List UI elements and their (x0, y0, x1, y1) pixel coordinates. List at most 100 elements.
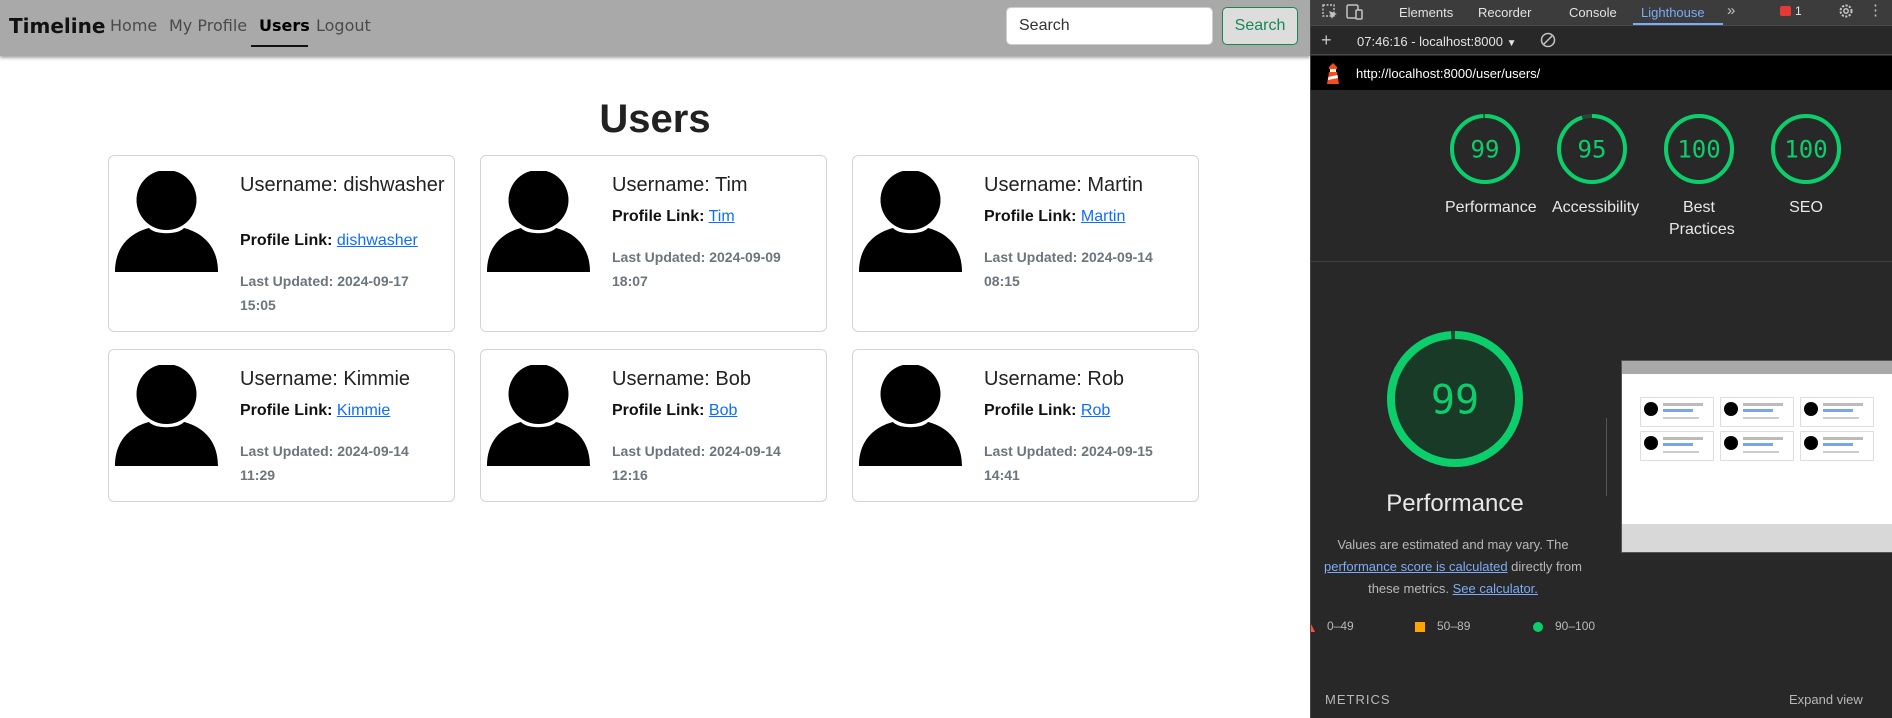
username-text: Username: Martin (984, 174, 1143, 196)
avatar (859, 364, 962, 466)
profile-link-label: Profile Link: (240, 232, 333, 249)
username-text: Username: dishwasher (240, 174, 445, 196)
inspect-element-icon[interactable] (1321, 3, 1339, 25)
expand-view-link[interactable]: Expand view (1789, 692, 1863, 707)
nav-users-link[interactable]: Users (259, 16, 310, 35)
user-card: Username: Rob Profile Link: Rob Last Updat… (852, 349, 1199, 502)
score-calculated-link[interactable]: performance score is calculated (1324, 559, 1508, 574)
dropdown-caret-icon: ▼ (1506, 38, 1517, 49)
user-card: Username: Kimmie Profile Link: Kimmie Last… (108, 349, 455, 502)
triangle-icon (1311, 623, 1315, 632)
last-updated-date: Last Updated: 2024-09-14 (984, 249, 1153, 265)
score-gauge-accessibility[interactable]: 95 Accessibility (1552, 112, 1639, 219)
devtools-panel: Elements Recorder Console Lighthouse » 1… (1310, 0, 1892, 718)
navbar: Timeline Home My Profile Users Logout Se… (0, 0, 1310, 56)
profile-link-row: Profile Link: Bob (612, 402, 737, 420)
thumbnail-card (1800, 397, 1874, 427)
nav-my-profile-link[interactable]: My Profile (169, 16, 247, 35)
profile-link-label: Profile Link: (984, 402, 1077, 419)
more-options-icon[interactable]: ⋮ (1868, 1, 1883, 19)
report-url-bar: http://localhost:8000/user/users/ ⋮ (1311, 56, 1892, 90)
search-button[interactable]: Search (1222, 7, 1298, 45)
report-selector[interactable]: 07:46:16 - localhost:8000 ▼ (1357, 34, 1517, 49)
profile-link[interactable]: Martin (1081, 208, 1125, 225)
last-updated: Last Updated: 2024-09-17 15:05 (240, 269, 445, 317)
performance-desc-prefix: Values are estimated and may vary. The (1337, 537, 1569, 552)
plus-icon[interactable]: + (1321, 30, 1332, 51)
profile-link-row: Profile Link: dishwasher (240, 232, 418, 250)
performance-description: Values are estimated and may vary. The p… (1311, 534, 1599, 600)
report-url: http://localhost:8000/user/users/ (1356, 66, 1541, 81)
last-updated-time: 08:15 (984, 273, 1020, 289)
avatar (487, 170, 590, 272)
profile-link[interactable]: Tim (709, 208, 735, 225)
gauge-ring: 95 (1557, 114, 1627, 184)
legend-fail-swatch (1311, 623, 1315, 632)
clear-icon[interactable] (1539, 31, 1557, 53)
legend-average: 50–89 (1415, 619, 1470, 633)
score-gauge-best-practices[interactable]: 100 Best Practices (1659, 112, 1739, 241)
profile-link-row: Profile Link: Rob (984, 402, 1110, 420)
thumbnail-card (1720, 431, 1794, 461)
website-viewport: Timeline Home My Profile Users Logout Se… (0, 0, 1310, 718)
last-updated-date: Last Updated: 2024-09-14 (612, 443, 781, 459)
user-card: Username: dishwasher Profile Link: dishwa… (108, 155, 455, 332)
gauge-value: 99 (1471, 136, 1500, 164)
legend-pass-label: 90–100 (1555, 619, 1596, 633)
report-menu-icon[interactable]: ⋮ (1887, 64, 1892, 81)
page-screenshot-thumbnail[interactable] (1621, 360, 1892, 553)
last-updated-time: 14:41 (984, 467, 1020, 483)
see-calculator-link[interactable]: See calculator. (1453, 581, 1538, 596)
error-count: 1 (1795, 4, 1802, 18)
last-updated-time: 15:05 (240, 297, 276, 313)
profile-link[interactable]: dishwasher (337, 232, 418, 249)
gear-icon[interactable] (1837, 2, 1855, 24)
error-count-badge[interactable]: 1 (1780, 4, 1802, 18)
search-input[interactable] (1006, 7, 1213, 45)
gauge-ring: 99 (1450, 114, 1520, 184)
score-gauge-seo[interactable]: 100 SEO (1766, 112, 1846, 219)
legend-average-swatch (1415, 621, 1425, 632)
last-updated-time: 11:29 (240, 467, 276, 483)
square-icon (1415, 621, 1425, 632)
metrics-heading: METRICS (1325, 692, 1391, 707)
profile-link[interactable]: Bob (709, 402, 737, 419)
legend-average-label: 50–89 (1437, 619, 1471, 633)
profile-link-label: Profile Link: (240, 402, 333, 419)
devtools-tab-bar: Elements Recorder Console Lighthouse » 1… (1311, 0, 1892, 26)
tab-console[interactable]: Console (1569, 5, 1617, 20)
user-card: Username: Tim Profile Link: Tim Last Updat… (480, 155, 827, 332)
profile-link[interactable]: Rob (1081, 402, 1110, 419)
score-gauge-performance[interactable]: 99 Performance (1445, 112, 1537, 219)
tab-lighthouse[interactable]: Lighthouse (1641, 5, 1705, 20)
last-updated-time: 18:07 (612, 273, 648, 289)
gauge-ring: 100 (1771, 114, 1841, 184)
gauge-value: 99 (1431, 377, 1479, 423)
lighthouse-toolbar: + 07:46:16 - localhost:8000 ▼ (1311, 27, 1892, 55)
nav-logout-link[interactable]: Logout (316, 16, 371, 35)
brand-logo[interactable]: Timeline (9, 14, 105, 38)
performance-heading: Performance (1386, 490, 1524, 517)
device-toolbar-icon[interactable] (1345, 3, 1365, 25)
last-updated-time: 12:16 (612, 467, 648, 483)
tab-elements[interactable]: Elements (1399, 5, 1453, 20)
legend-fail-label: 0–49 (1327, 619, 1354, 633)
last-updated: Last Updated: 2024-09-14 12:16 (612, 439, 817, 487)
performance-gauge-large: 99 (1387, 331, 1523, 467)
user-card: Username: Martin Profile Link: Martin Last… (852, 155, 1199, 332)
tab-recorder[interactable]: Recorder (1478, 5, 1531, 20)
nav-home-link[interactable]: Home (110, 16, 157, 35)
chevron-double-right-icon[interactable]: » (1727, 2, 1735, 19)
last-updated: Last Updated: 2024-09-15 14:41 (984, 439, 1189, 487)
last-updated: Last Updated: 2024-09-14 11:29 (240, 439, 445, 487)
profile-link[interactable]: Kimmie (337, 402, 390, 419)
last-updated-date: Last Updated: 2024-09-15 (984, 443, 1153, 459)
thumbnail-card (1640, 431, 1714, 461)
gauge-value: 100 (1677, 136, 1720, 164)
username-text: Username: Tim (612, 174, 748, 196)
avatar (487, 364, 590, 466)
profile-link-label: Profile Link: (612, 208, 705, 225)
legend-fail: 0–49 (1311, 619, 1354, 633)
legend-pass: 90–100 (1533, 619, 1595, 633)
lighthouse-logo-icon (1327, 63, 1339, 84)
